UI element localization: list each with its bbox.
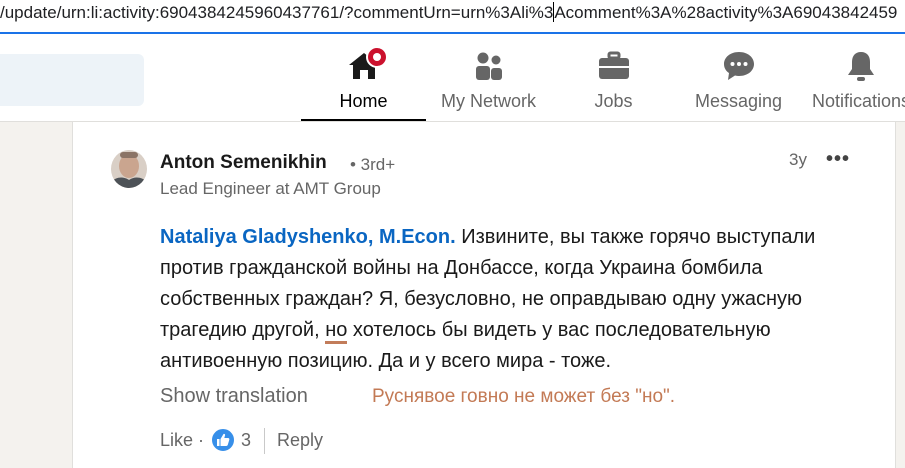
top-navigation: Home My Network Jobs Messaging Notificat…: [0, 34, 905, 122]
nav-item-label: Notifications: [811, 91, 905, 111]
bell-icon: [848, 52, 874, 81]
comment-line: против гражданской войны на Донбассе, ко…: [160, 257, 763, 279]
overlay-annotation: Руснявое говно не может без "но".: [372, 386, 676, 407]
comment-timestamp: 3y: [789, 150, 807, 169]
nav-item-label: Messaging: [694, 91, 783, 111]
nav-item-label: Jobs: [594, 91, 633, 111]
comment-line: трагедию другой, но хотелось бы видеть у…: [160, 315, 880, 346]
avatar[interactable]: [111, 150, 147, 188]
separator-dot: ·: [198, 430, 204, 450]
like-count[interactable]: 3: [241, 430, 251, 451]
mention-link[interactable]: Nataliya Gladyshenko, M.Econ.: [160, 226, 456, 248]
nav-item-label: Home: [339, 91, 388, 111]
nav-item-label: My Network: [440, 91, 536, 111]
connection-degree: • 3rd+: [350, 155, 396, 174]
more-options-button[interactable]: •••: [826, 148, 850, 171]
underlined-word: но: [325, 319, 348, 344]
author-headline: Lead Engineer at AMT Group: [160, 179, 381, 198]
nav-item-jobs[interactable]: Jobs: [551, 34, 676, 121]
url-text-after-caret: Acomment%3A%28activity%3A69043842459: [554, 3, 898, 22]
url-text-before-caret: /update/urn:li:activity:6904384245960437…: [0, 3, 554, 22]
divider: [264, 428, 265, 454]
nav-item-home[interactable]: Home: [301, 34, 426, 121]
people-icon: [475, 52, 502, 80]
nav-item-notifications[interactable]: Notifications: [801, 34, 905, 121]
comment-text: Nataliya Gladyshenko, M.Econ. Извините, …: [160, 222, 880, 377]
reply-button[interactable]: Reply: [277, 430, 323, 451]
address-bar[interactable]: /update/urn:li:activity:6904384245960437…: [0, 0, 905, 34]
comment-text-segment: Извините, вы также горячо выступали: [455, 226, 816, 248]
like-reaction-icon[interactable]: [211, 428, 235, 452]
comment-line: антивоенную позицию. Да и у всего мира -…: [160, 350, 612, 372]
comment-line: Nataliya Gladyshenko, M.Econ. Извините, …: [160, 222, 880, 253]
show-translation-button[interactable]: Show translation: [160, 385, 308, 408]
chat-icon: [723, 52, 754, 80]
comment-text-segment: хотелось бы видеть у вас последовательну…: [347, 319, 771, 341]
nav-item-my-network[interactable]: My Network: [426, 34, 551, 121]
comment-line: собственных граждан? Я, безусловно, не о…: [160, 288, 803, 310]
profile-photo: [111, 150, 147, 188]
search-input[interactable]: [0, 54, 144, 106]
notification-badge: [365, 46, 388, 68]
comment-text-segment: трагедию другой,: [160, 319, 326, 341]
comment-author-name[interactable]: Anton Semenikhin: [160, 152, 327, 174]
briefcase-icon: [598, 51, 629, 79]
nav-item-messaging[interactable]: Messaging: [676, 34, 801, 121]
like-button[interactable]: Like: [160, 430, 193, 451]
